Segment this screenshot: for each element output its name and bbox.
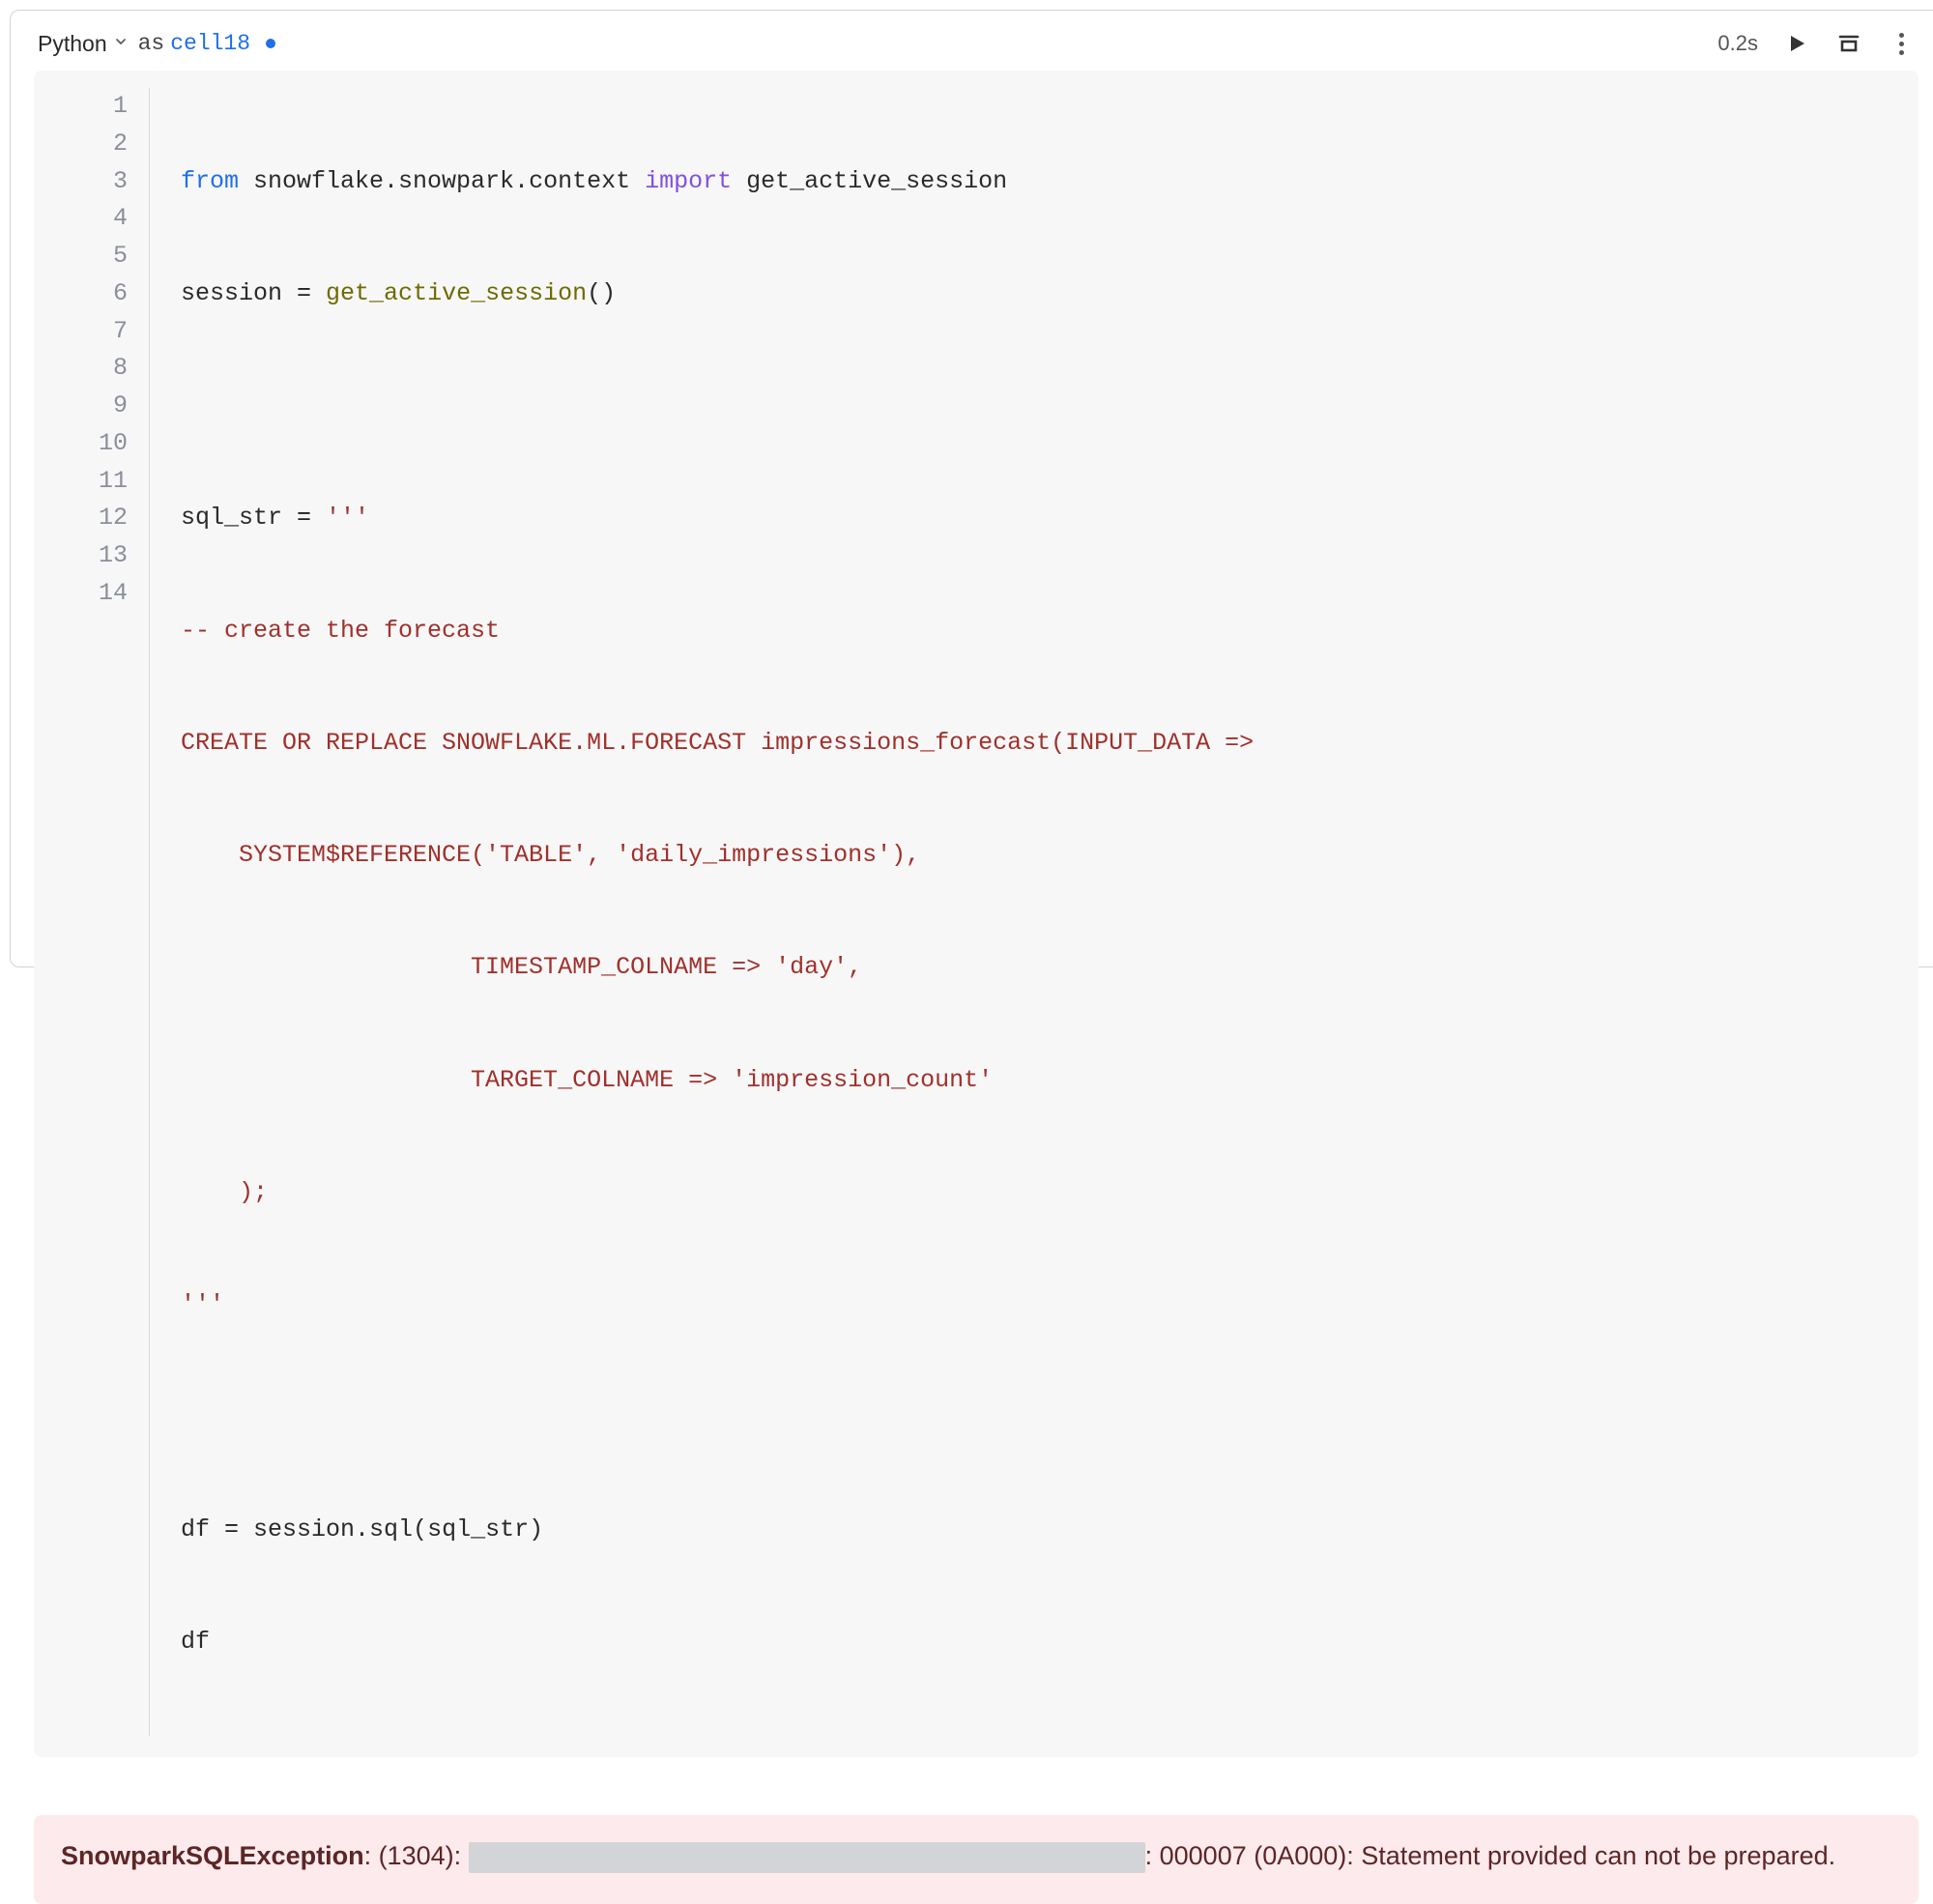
execution-time: 0.2s: [1717, 31, 1758, 56]
code-editor[interactable]: 1 2 3 4 5 6 7 8 9 10 11 12 13 14 from sn…: [34, 71, 1919, 1757]
cell-layout-icon[interactable]: [1835, 30, 1862, 57]
cell-header-right: 0.2s: [1717, 30, 1915, 57]
error-kind: SnowparkSQLException: [61, 1841, 364, 1870]
error-tail: : 000007 (0A000): Statement provided can…: [1145, 1841, 1836, 1870]
line-number: 7: [34, 313, 128, 351]
run-button[interactable]: [1783, 30, 1810, 57]
cell-header: Python as cell18 0.2s: [34, 30, 1919, 57]
cell-name[interactable]: cell18: [170, 31, 250, 56]
chevron-down-icon[interactable]: [113, 34, 129, 54]
error-code: : (1304):: [364, 1841, 469, 1870]
as-label: as: [138, 31, 165, 56]
kw-from: from: [181, 167, 239, 195]
redacted-block: [469, 1842, 1145, 1873]
line-number: 4: [34, 200, 128, 238]
cell-container: Python as cell18 0.2s 1 2 3 4: [10, 10, 1933, 967]
line-number: 12: [34, 500, 128, 537]
kebab-menu-icon[interactable]: [1888, 30, 1915, 57]
cell-header-left: Python as cell18: [38, 31, 275, 57]
line-number: 2: [34, 126, 128, 163]
code-body[interactable]: from snowflake.snowpark.context import g…: [150, 88, 1254, 1736]
line-number: 9: [34, 388, 128, 425]
line-number: 8: [34, 350, 128, 388]
line-number: 13: [34, 537, 128, 575]
line-number: 1: [34, 88, 128, 126]
language-selector[interactable]: Python: [38, 31, 107, 57]
line-number: 3: [34, 163, 128, 201]
line-gutter: 1 2 3 4 5 6 7 8 9 10 11 12 13 14: [34, 88, 150, 1736]
modified-indicator-icon: [266, 39, 275, 48]
kw-import: import: [645, 167, 732, 195]
line-number: 11: [34, 463, 128, 501]
line-number: 5: [34, 238, 128, 275]
line-number: 14: [34, 575, 128, 613]
line-number: 10: [34, 425, 128, 463]
line-number: 6: [34, 275, 128, 313]
error-output: SnowparkSQLException: (1304): : 000007 (…: [34, 1815, 1919, 1904]
